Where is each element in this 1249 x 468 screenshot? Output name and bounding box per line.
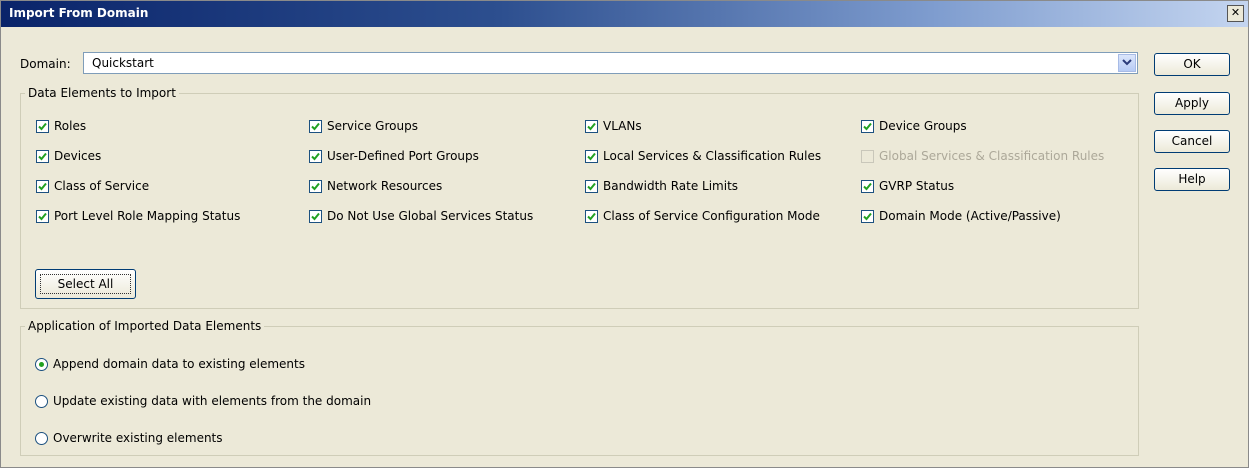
checkbox-box[interactable] (861, 180, 874, 193)
checkbox-label: Local Services & Classification Rules (603, 149, 822, 163)
close-button[interactable]: ✕ (1227, 5, 1244, 22)
checkbox-label: Class of Service (54, 179, 150, 193)
chevron-down-icon (1122, 59, 1132, 66)
checkmark-icon (38, 122, 47, 131)
data-elements-group-title: Data Elements to Import (25, 86, 179, 100)
close-icon: ✕ (1230, 6, 1241, 19)
checkbox-label: Bandwidth Rate Limits (603, 179, 739, 193)
checkbox-box[interactable] (861, 210, 874, 223)
radio-button[interactable] (35, 432, 48, 445)
checkbox-label: Class of Service Configuration Mode (603, 209, 820, 223)
checkbox-label: Roles (54, 119, 87, 133)
checkmark-icon (587, 182, 596, 191)
checkmark-icon (311, 182, 320, 191)
import-from-domain-dialog: Import From Domain ✕ Domain: Quickstart … (0, 0, 1249, 468)
checkbox-box[interactable] (309, 150, 322, 163)
checkbox-label: Port Level Role Mapping Status (54, 209, 241, 223)
checkbox-box[interactable] (585, 150, 598, 163)
checkbox-box[interactable] (861, 120, 874, 133)
domain-dropdown-button[interactable] (1118, 54, 1136, 72)
radio-label: Overwrite existing elements (53, 431, 223, 445)
checkbox-label: GVRP Status (879, 179, 955, 193)
checkmark-icon (863, 182, 872, 191)
checkmark-icon (311, 212, 320, 221)
checkbox-box[interactable] (585, 210, 598, 223)
domain-label: Domain: (20, 57, 71, 71)
checkbox-box[interactable] (309, 120, 322, 133)
checkmark-icon (38, 212, 47, 221)
radio-button[interactable] (35, 395, 48, 408)
domain-select[interactable]: Quickstart (83, 52, 1138, 74)
checkbox-label: Domain Mode (Active/Passive) (879, 209, 1061, 223)
checkbox-label: Devices (54, 149, 102, 163)
checkbox-label: User-Defined Port Groups (327, 149, 479, 163)
radio-selected-dot (39, 362, 44, 367)
checkmark-icon (38, 152, 47, 161)
checkbox-box[interactable] (585, 120, 598, 133)
checkbox-box (861, 150, 874, 163)
radio-label: Append domain data to existing elements (53, 357, 305, 371)
checkmark-icon (311, 122, 320, 131)
checkbox-label: Device Groups (879, 119, 967, 133)
cancel-button[interactable]: Cancel (1154, 130, 1230, 153)
ok-button[interactable]: OK (1154, 53, 1230, 76)
radio-label: Update existing data with elements from … (53, 394, 372, 408)
checkbox-box[interactable] (309, 180, 322, 193)
checkbox-label: Network Resources (327, 179, 443, 193)
domain-selected-value: Quickstart (92, 56, 154, 70)
checkmark-icon (311, 152, 320, 161)
select-all-label: Select All (40, 274, 131, 294)
radio-button[interactable] (35, 358, 48, 371)
application-group-title: Application of Imported Data Elements (25, 319, 265, 333)
checkbox-label: Do Not Use Global Services Status (327, 209, 534, 223)
checkmark-icon (587, 212, 596, 221)
checkbox-box[interactable] (36, 210, 49, 223)
checkmark-icon (587, 152, 596, 161)
checkbox-box[interactable] (36, 120, 49, 133)
checkbox-label: Service Groups (327, 119, 418, 133)
apply-button[interactable]: Apply (1154, 92, 1230, 115)
checkbox-box[interactable] (585, 180, 598, 193)
help-button[interactable]: Help (1154, 168, 1230, 191)
checkbox-box[interactable] (309, 210, 322, 223)
checkmark-icon (587, 122, 596, 131)
checkmark-icon (863, 122, 872, 131)
select-all-button[interactable]: Select All (35, 269, 136, 299)
checkbox-label: VLANs (603, 119, 642, 133)
checkmark-icon (38, 182, 47, 191)
checkbox-box[interactable] (36, 180, 49, 193)
title-bar[interactable]: Import From Domain ✕ (1, 1, 1248, 27)
dialog-title: Import From Domain (9, 6, 149, 20)
checkbox-box[interactable] (36, 150, 49, 163)
checkmark-icon (863, 212, 872, 221)
data-elements-group: Data Elements to Import (20, 86, 1139, 309)
checkbox-label: Global Services & Classification Rules (879, 149, 1105, 163)
